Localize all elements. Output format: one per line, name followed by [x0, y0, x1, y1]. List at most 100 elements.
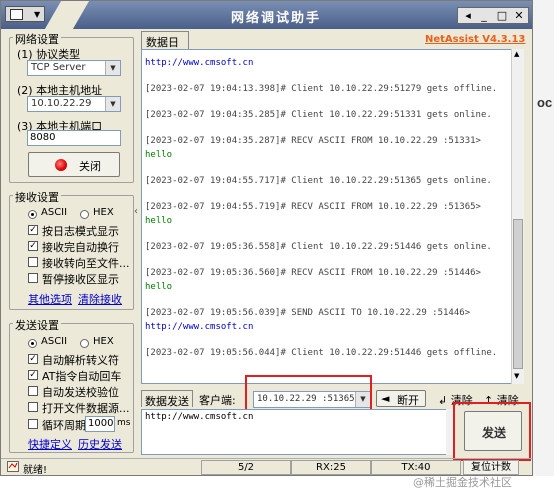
log-line: http://www.cmsoft.cn: [145, 58, 254, 68]
tab-data-log[interactable]: 数据日志: [141, 31, 189, 65]
recv-to-file-label: 接收转向至文件...: [42, 257, 130, 270]
loop-unit-label: ms: [117, 418, 131, 428]
protocol-select[interactable]: TCP Server ▼: [27, 60, 121, 76]
send-hex-label: HEX: [93, 336, 114, 347]
collapse-arrow-icon[interactable]: ‹: [134, 206, 138, 217]
scroll-down-icon[interactable]: ▼: [514, 372, 519, 380]
send-content: http://www.cmsoft.cn: [145, 412, 254, 422]
send-input[interactable]: http://www.cmsoft.cn: [141, 409, 453, 455]
chevron-down-icon: ▼: [34, 10, 41, 19]
protocol-value: TCP Server: [31, 62, 86, 73]
title-bar[interactable]: ▼ 网络调试助手 ◂ _ □ ✕: [1, 1, 532, 29]
send-at-checkbox[interactable]: ✓: [28, 370, 38, 380]
title-decoration: [44, 1, 90, 29]
highlight-client-box: [245, 375, 372, 412]
background-window-edge: oc: [533, 0, 554, 491]
log-scroll-thumb[interactable]: [513, 219, 523, 369]
close-icon[interactable]: ✕: [511, 8, 527, 23]
maximize-icon[interactable]: □: [494, 8, 510, 23]
background-text: oc: [537, 95, 553, 110]
shortcut-define-link[interactable]: 快捷定义: [28, 436, 72, 452]
log-line: hello: [145, 216, 173, 226]
send-loop-checkbox[interactable]: [28, 419, 38, 429]
recv-pause-checkbox[interactable]: [28, 273, 38, 283]
restore-icon[interactable]: ◂: [460, 8, 476, 23]
disconnect-button[interactable]: ◄ 断开: [376, 390, 426, 407]
host-ip-select[interactable]: 10.10.22.29 ▼: [27, 96, 121, 112]
port-input[interactable]: 8080: [27, 130, 121, 146]
log-line: [2023-02-07 19:04:55.719]# RECV ASCII FR…: [145, 202, 481, 212]
recv-hex-radio[interactable]: [80, 210, 89, 219]
history-send-link[interactable]: 历史发送: [78, 436, 122, 452]
recv-ascii-label: ASCII: [41, 207, 68, 218]
send-file-checkbox[interactable]: [28, 402, 38, 412]
recv-ascii-radio[interactable]: [28, 210, 37, 219]
reset-counter-button[interactable]: 复位计数: [463, 460, 519, 475]
tab-data-send-label: 数据发送: [145, 395, 189, 408]
client-label: 客户端:: [199, 394, 236, 407]
send-file-label: 打开文件数据源...: [42, 402, 130, 415]
watermark-text: @稀土掘金技术社区: [413, 476, 512, 489]
log-line: [2023-02-07 19:05:36.558]# Client 10.10.…: [145, 242, 492, 252]
log-line: [2023-02-07 19:04:35.285]# Client 10.10.…: [145, 110, 492, 120]
stop-light-icon: [55, 159, 67, 171]
app-icon: [10, 9, 23, 20]
disconnect-icon: ◄: [381, 392, 390, 405]
net-settings-title: 网络设置: [13, 31, 61, 47]
highlight-send-box: [453, 402, 531, 461]
send-scrollbar[interactable]: [446, 409, 453, 455]
log-line: [2023-02-07 19:04:55.717]# Client 10.10.…: [145, 176, 492, 186]
system-menu[interactable]: ▼: [5, 6, 45, 22]
status-page: 5/2: [201, 460, 291, 475]
log-line: [2023-02-07 19:05:36.560]# RECV ASCII FR…: [145, 268, 481, 278]
recv-pause-label: 暂停接收区显示: [42, 273, 119, 286]
receive-log[interactable]: http://www.cmsoft.cn [2023-02-07 19:04:1…: [141, 49, 524, 384]
close-connection-button[interactable]: 关闭: [28, 152, 120, 177]
chevron-down-icon[interactable]: ▼: [105, 61, 120, 75]
netassist-window: ▼ 网络调试助手 ◂ _ □ ✕ 网络设置 (1) 协议类型 TCP Serve…: [0, 0, 533, 476]
brand-link[interactable]: NetAssist V4.3.13: [425, 34, 525, 45]
send-settings-title: 发送设置: [13, 317, 61, 333]
send-checksum-checkbox[interactable]: [28, 386, 38, 396]
close-connection-label: 关闭: [79, 160, 101, 173]
send-loop-label: 循环周期: [42, 419, 86, 432]
send-ascii-radio[interactable]: [28, 339, 37, 348]
recv-auto-wrap-label: 接收完自动换行: [42, 241, 119, 254]
log-line: [2023-02-07 19:05:56.039]# SEND ASCII TO…: [145, 308, 471, 318]
log-line: hello: [145, 282, 173, 292]
log-line: [2023-02-07 19:04:13.398]# Client 10.10.…: [145, 84, 498, 94]
recv-hex-label: HEX: [93, 207, 114, 218]
window-title: 网络调试助手: [230, 11, 321, 26]
send-ascii-label: ASCII: [41, 336, 68, 347]
recv-auto-wrap-checkbox[interactable]: ✓: [28, 241, 38, 251]
status-tx: TX:40: [371, 460, 461, 475]
scroll-up-icon[interactable]: ▲: [514, 50, 519, 58]
send-hex-radio[interactable]: [80, 339, 89, 348]
log-line: hello: [145, 150, 173, 160]
send-escape-checkbox[interactable]: ✓: [28, 354, 38, 364]
status-icon: [7, 461, 19, 472]
recv-log-mode-label: 按日志模式显示: [42, 225, 119, 238]
log-line: http://www.cmsoft.cn: [145, 322, 254, 332]
send-checksum-label: 自动发送校验位: [42, 386, 119, 399]
log-line: [2023-02-07 19:05:56.044]# Client 10.10.…: [145, 348, 498, 358]
disconnect-label: 断开: [397, 394, 419, 407]
minimize-icon[interactable]: _: [476, 8, 492, 23]
chevron-down-icon[interactable]: ▼: [105, 97, 120, 111]
recv-to-file-checkbox[interactable]: [28, 257, 38, 267]
recv-clear-link[interactable]: 清除接收: [78, 291, 122, 307]
send-escape-label: 自动解析转义符: [42, 354, 119, 367]
tab-data-send[interactable]: 数据发送: [141, 390, 193, 408]
loop-period-input[interactable]: 1000: [85, 416, 115, 432]
status-rx: RX:25: [291, 460, 371, 475]
recv-settings-title: 接收设置: [13, 189, 61, 205]
clear-send-icon: ↲: [438, 394, 448, 407]
recv-log-mode-checkbox[interactable]: ✓: [28, 225, 38, 235]
log-line: [2023-02-07 19:04:35.287]# RECV ASCII FR…: [145, 136, 481, 146]
status-text: 就绪!: [23, 465, 48, 476]
recv-options-link[interactable]: 其他选项: [28, 291, 72, 307]
send-at-label: AT指令自动回车: [42, 370, 122, 383]
panel-splitter[interactable]: ‹: [134, 41, 140, 471]
log-scrollbar[interactable]: ▲ ▼: [511, 49, 524, 384]
host-ip-value: 10.10.22.29: [31, 98, 92, 109]
